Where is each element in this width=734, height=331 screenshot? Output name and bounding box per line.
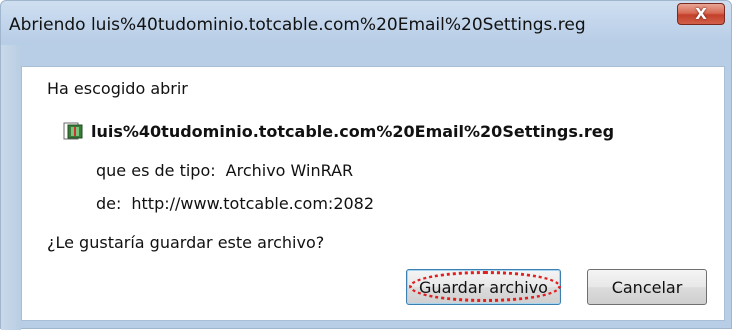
file-source-row: de: http://www.totcable.com:2082 <box>96 194 374 213</box>
window-title: Abriendo luis%40tudominio.totcable.com%2… <box>9 15 586 35</box>
cancel-button[interactable]: Cancelar <box>587 269 707 305</box>
intro-text: Ha escogido abrir <box>47 79 188 98</box>
save-file-button[interactable]: Guardar archivo <box>406 269 561 305</box>
file-source-value: http://www.totcable.com:2082 <box>131 194 375 213</box>
save-question: ¿Le gustaría guardar este archivo? <box>47 233 325 252</box>
close-icon: X <box>695 5 707 23</box>
file-download-dialog: Abriendo luis%40tudominio.totcable.com%2… <box>0 0 732 330</box>
save-file-label: Guardar archivo <box>419 277 548 297</box>
file-type-row: que es de tipo: Archivo WinRAR <box>96 161 353 180</box>
file-row: luis%40tudominio.totcable.com%20Email%20… <box>63 121 614 141</box>
file-name: luis%40tudominio.totcable.com%20Email%20… <box>91 121 615 141</box>
file-type-label: que es de tipo: <box>96 161 216 180</box>
file-type-value: Archivo WinRAR <box>225 161 354 180</box>
winrar-file-icon <box>63 121 85 141</box>
title-bar[interactable]: Abriendo luis%40tudominio.totcable.com%2… <box>1 1 731 45</box>
file-source-label: de: <box>96 194 122 213</box>
close-button[interactable]: X <box>677 3 725 25</box>
window-frame-left <box>1 45 21 330</box>
cancel-label: Cancelar <box>611 277 683 297</box>
